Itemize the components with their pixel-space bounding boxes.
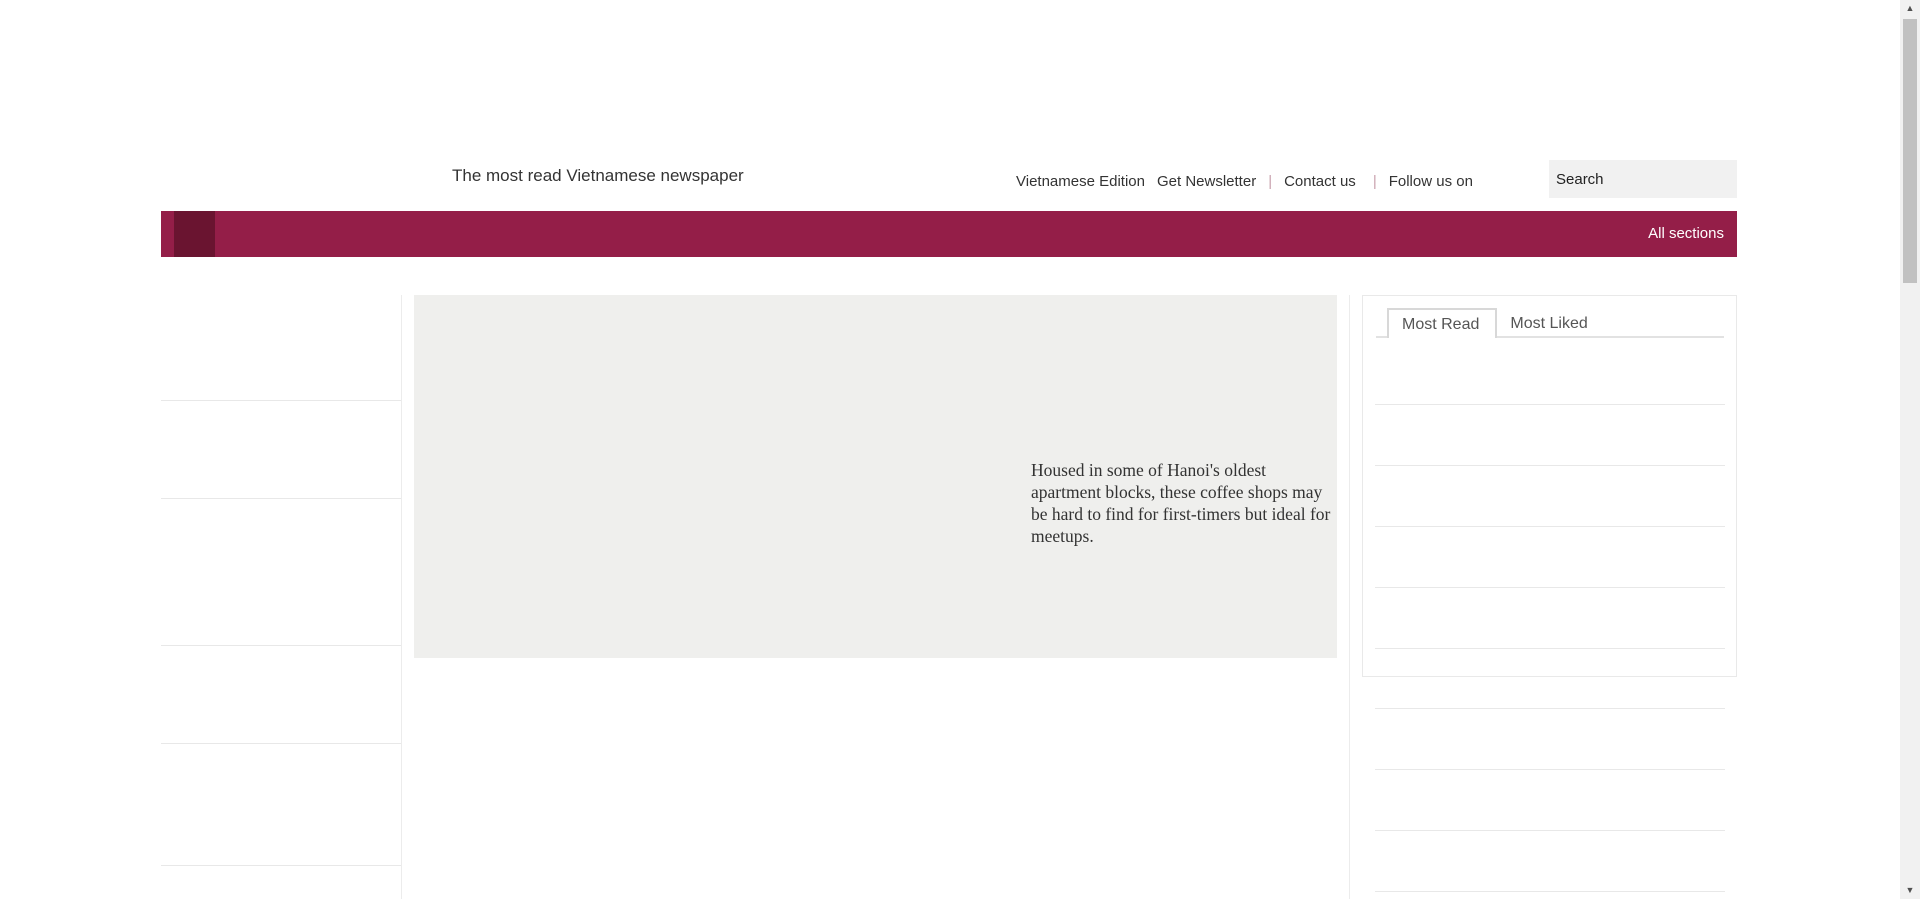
tab-most-read[interactable]: Most Read (1387, 308, 1498, 338)
page-scrollbar[interactable]: ▲ ▼ (1900, 0, 1920, 899)
newsletter-link[interactable]: Get Newsletter (1157, 173, 1256, 190)
vietnamese-edition-link[interactable]: Vietnamese Edition (1016, 173, 1145, 190)
left-column-divider (161, 865, 401, 866)
main-menu-bar: All sections (161, 211, 1737, 257)
list-item-divider (1375, 708, 1725, 709)
nav-separator: | (1372, 172, 1377, 190)
scroll-down-icon[interactable]: ▼ (1900, 882, 1920, 899)
most-read-widget: Most Read Most Liked (1362, 295, 1737, 677)
column-divider (401, 295, 402, 899)
nav-separator: | (1268, 172, 1273, 190)
left-column-divider (161, 645, 401, 646)
contact-us-link[interactable]: Contact us (1284, 173, 1356, 190)
site-tagline: The most read Vietnamese newspaper (452, 166, 744, 185)
list-item-divider (1375, 769, 1725, 770)
list-item-divider (1375, 465, 1725, 466)
left-news-column (161, 295, 402, 899)
list-item-divider (1375, 404, 1725, 405)
list-item-divider (1375, 587, 1725, 588)
featured-article-description: Housed in some of Hanoi's oldest apartme… (1031, 460, 1331, 546)
left-column-divider (161, 498, 401, 499)
scroll-up-icon[interactable]: ▲ (1900, 0, 1920, 17)
list-item-divider (1375, 891, 1725, 892)
all-sections-button[interactable]: All sections (1648, 211, 1737, 257)
search-input[interactable] (1549, 160, 1737, 198)
list-item-divider (1375, 830, 1725, 831)
list-item-divider (1375, 648, 1725, 649)
column-divider (1349, 295, 1350, 899)
home-button[interactable] (174, 211, 215, 257)
left-column-divider (161, 400, 401, 401)
featured-article[interactable]: Housed in some of Hanoi's oldest apartme… (414, 295, 1337, 658)
list-item-divider (1375, 526, 1725, 527)
scroll-thumb[interactable] (1903, 19, 1917, 283)
tab-most-liked[interactable]: Most Liked (1497, 310, 1603, 336)
top-navigation: Vietnamese Edition Get Newsletter | Cont… (1016, 170, 1473, 192)
left-column-divider (161, 743, 401, 744)
widget-tabs: Most Read Most Liked (1376, 308, 1724, 338)
follow-us-label: Follow us on (1388, 172, 1473, 190)
